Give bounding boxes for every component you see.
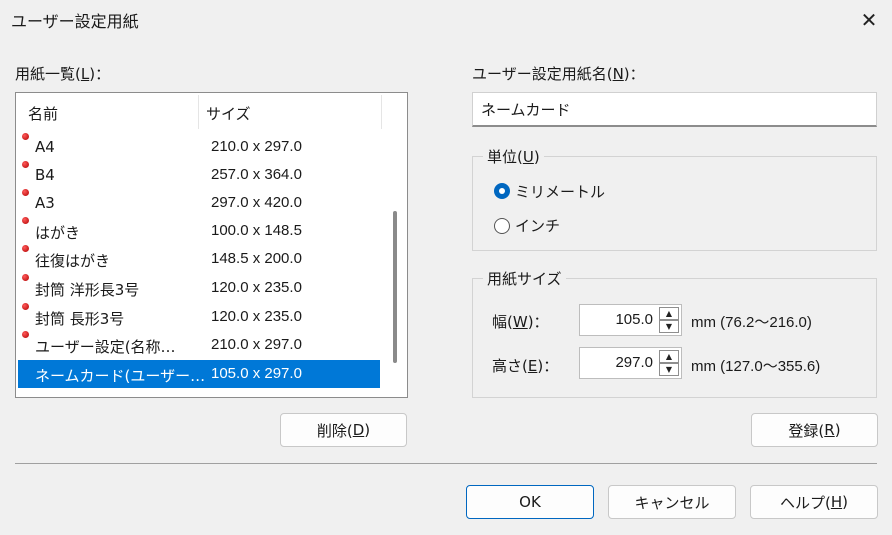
register-button[interactable]: 登録(R) xyxy=(751,413,878,447)
unit-group-label: 単位(U) xyxy=(483,146,544,167)
height-range: mm (127.0～355.6) xyxy=(691,358,821,375)
chevron-down-icon[interactable]: ▼ xyxy=(659,320,679,333)
list-item[interactable]: B4 257.0 x 364.0 xyxy=(18,161,380,189)
radio-inch-label[interactable]: インチ xyxy=(515,215,560,236)
radio-millimeter-label[interactable]: ミリメートル xyxy=(515,181,605,202)
window-title: ユーザー設定用紙 xyxy=(11,12,139,31)
red-dot-icon xyxy=(22,189,29,196)
list-item[interactable]: A3 297.0 x 420.0 xyxy=(18,189,380,217)
chevron-up-icon[interactable]: ▲ xyxy=(659,350,679,363)
list-item[interactable]: 封筒 長形3号 120.0 x 235.0 xyxy=(18,303,380,331)
radio-inch[interactable] xyxy=(494,218,510,234)
column-header-name[interactable]: 名前 xyxy=(28,103,58,124)
width-range: mm (76.2～216.0) xyxy=(691,314,812,331)
red-dot-icon xyxy=(22,133,29,140)
cancel-button[interactable]: キャンセル xyxy=(608,485,736,519)
paper-size-group-label: 用紙サイズ xyxy=(483,268,566,289)
paper-list-label: 用紙一覧(L)： xyxy=(15,65,111,83)
chevron-up-icon[interactable]: ▲ xyxy=(659,307,679,320)
title-bar: ユーザー設定用紙 ✕ xyxy=(0,0,892,40)
list-item[interactable]: 封筒 洋形長3号 120.0 x 235.0 xyxy=(18,274,380,302)
list-item[interactable]: A4 210.0 x 297.0 xyxy=(18,133,380,161)
red-dot-icon xyxy=(22,161,29,168)
help-button[interactable]: ヘルプ(H) xyxy=(750,485,878,519)
width-label: 幅(W)： xyxy=(492,313,549,331)
paper-list-header: 名前 サイズ xyxy=(16,93,382,131)
height-stepper[interactable]: 297.0 ▲ ▼ xyxy=(579,347,682,379)
ok-button[interactable]: OK xyxy=(466,485,594,519)
paper-list[interactable]: 名前 サイズ A4 210.0 x 297.0 B4 257.0 x 364.0… xyxy=(15,92,408,398)
red-dot-icon xyxy=(22,274,29,281)
paper-size-group: 用紙サイズ 幅(W)： 105.0 ▲ ▼ mm (76.2～216.0) 高さ… xyxy=(472,268,877,398)
width-stepper[interactable]: 105.0 ▲ ▼ xyxy=(579,304,682,336)
red-dot-icon xyxy=(22,217,29,224)
height-label: 高さ(E)： xyxy=(492,357,559,375)
list-item[interactable]: 往復はがき 148.5 x 200.0 xyxy=(18,245,380,273)
close-icon[interactable]: ✕ xyxy=(846,0,892,40)
list-item[interactable]: はがき 100.0 x 148.5 xyxy=(18,217,380,245)
list-item[interactable]: ユーザー設定(名称… 210.0 x 297.0 xyxy=(18,331,380,359)
divider xyxy=(15,463,877,464)
chevron-down-icon[interactable]: ▼ xyxy=(659,363,679,376)
red-dot-icon xyxy=(22,331,29,338)
list-item-selected[interactable]: ネームカード(ユーザー… 105.0 x 297.0 xyxy=(18,360,380,388)
column-header-size[interactable]: サイズ xyxy=(206,103,251,124)
paper-name-label: ユーザー設定用紙名(N)： xyxy=(472,65,645,83)
red-dot-icon xyxy=(22,245,29,252)
delete-button[interactable]: 削除(D) xyxy=(280,413,407,447)
radio-millimeter[interactable] xyxy=(494,183,510,199)
paper-name-input[interactable]: ネームカード xyxy=(472,92,877,127)
unit-group: 単位(U) ミリメートル インチ xyxy=(472,146,877,251)
scrollbar-thumb[interactable] xyxy=(393,211,397,363)
red-dot-icon xyxy=(22,303,29,310)
